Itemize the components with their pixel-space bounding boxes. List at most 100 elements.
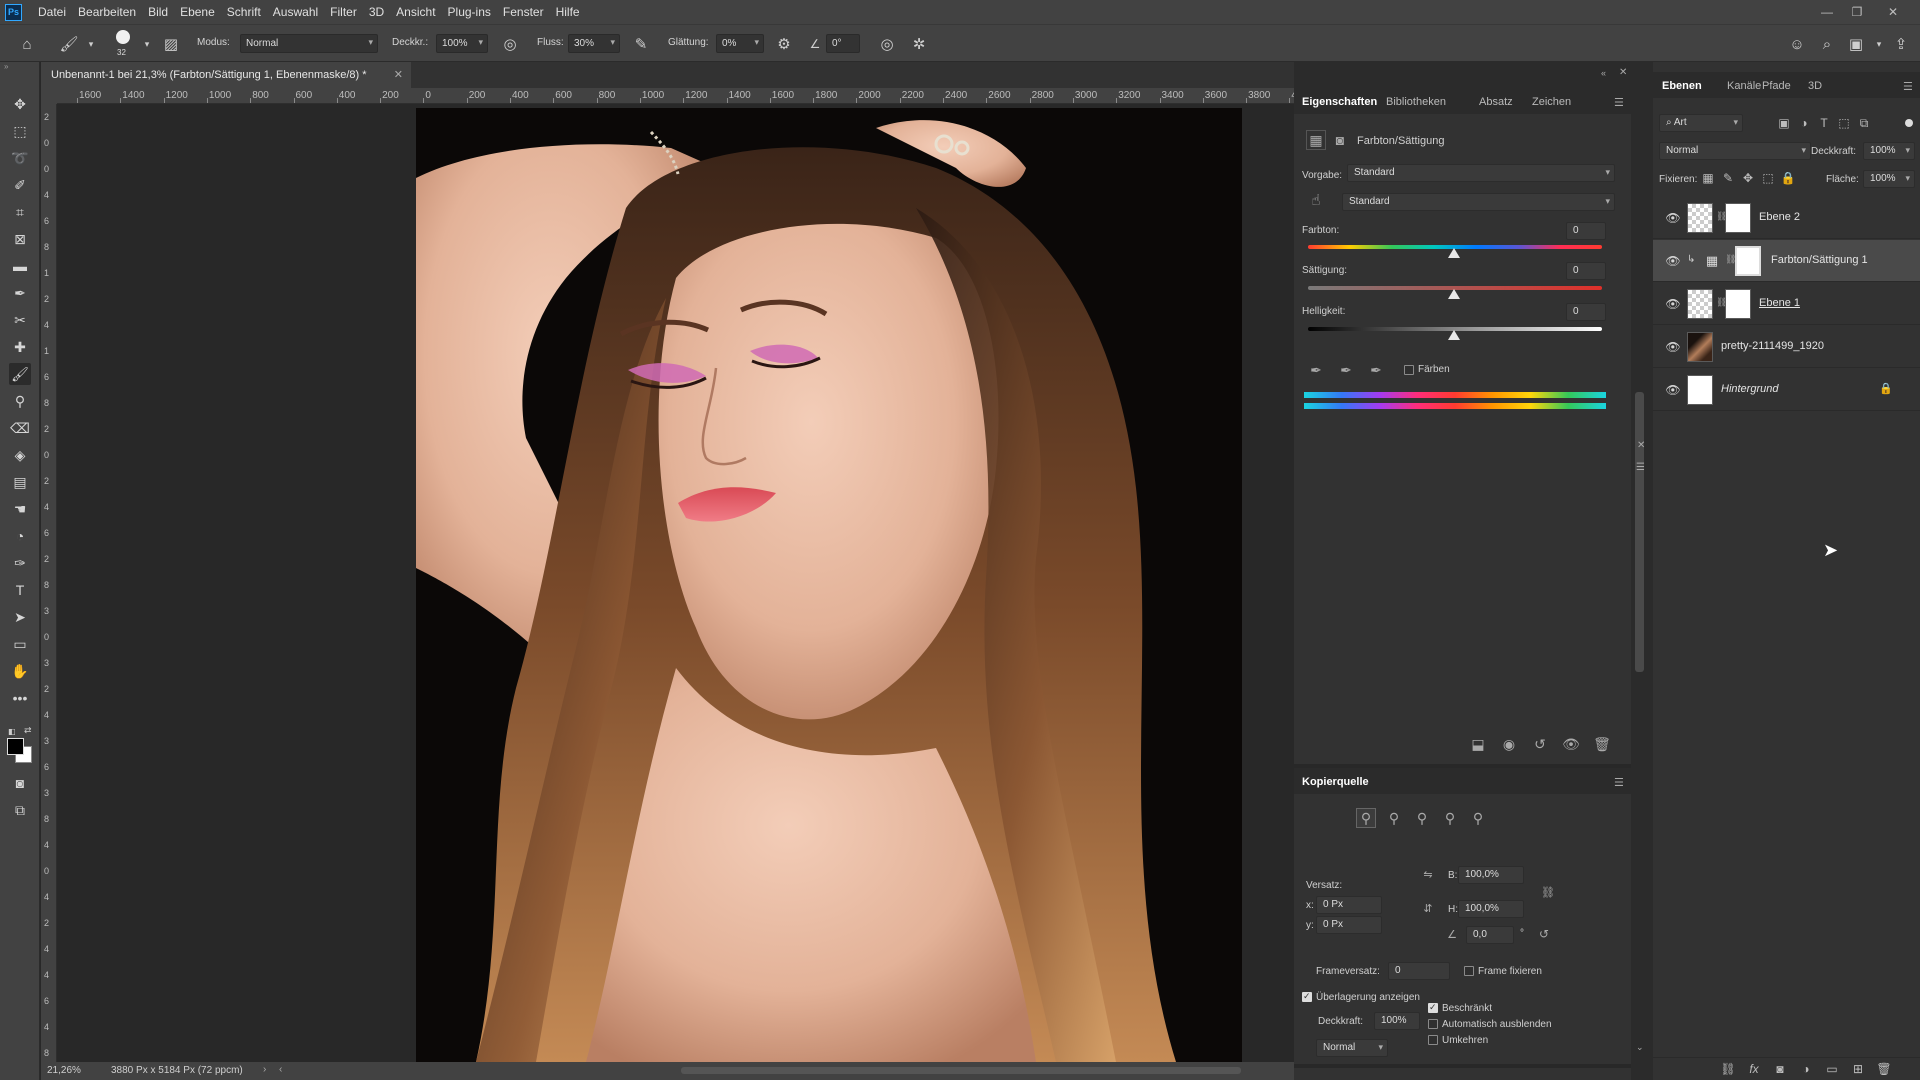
lightness-field[interactable]: 0 [1566, 303, 1606, 321]
clone-source-1-icon[interactable]: ⚲ [1356, 808, 1376, 828]
pen-tool-icon[interactable]: ✑ [9, 552, 31, 574]
brush-preview-icon[interactable] [116, 30, 130, 44]
targeted-adjustment-hand-icon[interactable]: ☝ [1306, 190, 1326, 210]
gradient-tool-icon[interactable]: ▤ [9, 471, 31, 493]
eye-icon[interactable]: 👁 [1665, 296, 1681, 312]
dodge-tool-icon[interactable]: ◔ [9, 525, 31, 547]
menu-ansicht[interactable]: Ansicht [390, 5, 441, 19]
menu-fenster[interactable]: Fenster [497, 5, 550, 19]
close-panel-icon[interactable]: ✕ [1619, 67, 1627, 78]
x-offset-field[interactable]: 0 Px [1316, 896, 1382, 914]
crop-tool-icon[interactable]: ⌗ [9, 201, 31, 223]
layer-filter-select[interactable]: ⌕ Art [1659, 114, 1743, 132]
flip-vertical-icon[interactable]: ⇵ [1418, 898, 1438, 918]
pressure-opacity-icon[interactable]: ◎ [499, 33, 521, 55]
eyedropper-tool-icon[interactable]: ✒ [9, 282, 31, 304]
tab-kopierquelle[interactable]: Kopierquelle [1302, 776, 1369, 788]
layer-row-farbton-saettigung-1[interactable]: 👁 ↳ ▦ ⛓ Farbton/Sättigung 1 [1653, 240, 1920, 282]
clone-source-2-icon[interactable]: ⚲ [1384, 808, 1404, 828]
layer-mask-thumbnail[interactable] [1725, 289, 1751, 319]
type-tool-icon[interactable]: T [9, 579, 31, 601]
eye-icon[interactable]: 👁 [1665, 210, 1681, 226]
lock-all-icon[interactable]: 🔒 [1779, 169, 1797, 187]
close-tab-icon[interactable]: ✕ [394, 68, 403, 81]
saturation-field[interactable]: 0 [1566, 262, 1606, 280]
mode-select[interactable]: Normal [240, 34, 378, 53]
lightness-slider-thumb[interactable] [1448, 330, 1460, 340]
colorize-checkbox[interactable] [1404, 365, 1414, 375]
screen-mode-icon[interactable]: ⧉ [9, 799, 31, 821]
tab-zeichen[interactable]: Zeichen [1532, 96, 1571, 108]
menu-schrift[interactable]: Schrift [221, 5, 267, 19]
layer-mask-thumbnail[interactable] [1725, 203, 1751, 233]
eraser-tool-icon[interactable]: ⌫ [9, 417, 31, 439]
opacity-field[interactable]: 100% [436, 34, 488, 53]
status-expand-icon[interactable]: › [263, 1064, 266, 1075]
filter-toggle-icon[interactable] [1905, 119, 1913, 127]
tab-eigenschaften[interactable]: Eigenschaften [1302, 96, 1377, 108]
menu-hilfe[interactable]: Hilfe [550, 5, 586, 19]
layer-row-hintergrund[interactable]: 👁 Hintergrund 🔒 [1653, 369, 1920, 411]
symmetry-icon[interactable]: ✲ [908, 33, 930, 55]
smudge-tool-icon[interactable]: ☚ [9, 498, 31, 520]
trash-icon[interactable]: 🗑 [1592, 734, 1612, 754]
angle-field[interactable]: 0° [826, 34, 860, 53]
horizontal-scrollbar[interactable] [681, 1067, 1241, 1074]
home-icon[interactable]: ⌂ [16, 33, 38, 55]
flip-horizontal-icon[interactable]: ⇋ [1418, 864, 1438, 884]
lock-pixels-icon[interactable]: ✎ [1719, 169, 1737, 187]
chevron-down-icon[interactable]: ▾ [80, 33, 102, 55]
eye-icon[interactable]: 👁 [1665, 382, 1681, 398]
brush-tool-icon[interactable]: 🖌 [58, 33, 80, 55]
tab-ebenen[interactable]: Ebenen [1662, 80, 1702, 92]
height-scale-field[interactable]: 100,0% [1458, 900, 1524, 918]
hand-tool-icon[interactable]: ✋ [9, 660, 31, 682]
scroll-left-icon[interactable]: ‹ [279, 1064, 282, 1075]
visibility-icon[interactable]: 👁 [1561, 734, 1581, 754]
marquee-tool-icon[interactable]: ⬚ [9, 120, 31, 142]
tab-3d[interactable]: 3D [1808, 80, 1822, 92]
layer-opacity-field[interactable]: 100% [1863, 142, 1915, 160]
move-tool-icon[interactable]: ✥ [9, 93, 31, 115]
show-overlay-checkbox[interactable] [1302, 991, 1312, 1002]
clip-to-layer-icon[interactable]: ⬓ [1468, 734, 1488, 754]
lock-artboard-icon[interactable]: ⬚ [1759, 169, 1777, 187]
foreground-color-swatch[interactable] [7, 738, 24, 755]
brush-tool-icon[interactable]: 🖌 [9, 363, 31, 385]
clipped-checkbox[interactable] [1428, 1002, 1438, 1013]
lock-transparency-icon[interactable]: ▦ [1699, 169, 1717, 187]
scroll-down-icon[interactable]: ⌄ [1636, 1042, 1644, 1053]
new-layer-icon[interactable]: ⊞ [1849, 1060, 1867, 1078]
flow-field[interactable]: 30% [568, 34, 620, 53]
menu-bild[interactable]: Bild [142, 5, 174, 19]
default-colors-icon[interactable]: ◧ [8, 727, 16, 736]
eye-icon[interactable]: 👁 [1665, 253, 1681, 269]
paint-bucket-tool-icon[interactable]: ◈ [9, 444, 31, 466]
new-adjustment-icon[interactable]: ◑ [1797, 1060, 1815, 1078]
y-offset-field[interactable]: 0 Px [1316, 916, 1382, 934]
reset-transform-icon[interactable]: ↺ [1534, 924, 1554, 944]
frame-lock-checkbox[interactable] [1464, 966, 1474, 976]
ruler-tool-icon[interactable]: ▬ [9, 255, 31, 277]
lasso-tool-icon[interactable]: ➰ [9, 147, 31, 169]
menu-ebene[interactable]: Ebene [174, 5, 221, 19]
clone-source-3-icon[interactable]: ⚲ [1412, 808, 1432, 828]
clone-source-4-icon[interactable]: ⚲ [1440, 808, 1460, 828]
rotation-field[interactable]: 0,0 [1466, 926, 1514, 944]
layer-row-ebene-2[interactable]: 👁 ⛓ Ebene 2 [1653, 197, 1920, 239]
export-icon[interactable]: ⇪ [1890, 33, 1912, 55]
layer-row-pretty-photo[interactable]: 👁 pretty-2111499_1920 [1653, 326, 1920, 368]
document-image[interactable] [416, 108, 1242, 1062]
filter-smart-object-icon[interactable]: ⧉ [1855, 114, 1873, 132]
swap-colors-icon[interactable]: ⇄ [24, 725, 32, 736]
workspace-chevron-icon[interactable]: ▾ [1868, 33, 1890, 55]
search-icon[interactable]: ⌕ [1816, 33, 1838, 55]
hue-slider-thumb[interactable] [1448, 248, 1460, 258]
overlay-opacity-field[interactable]: 100% [1374, 1012, 1420, 1030]
airbrush-icon[interactable]: ✎ [630, 33, 652, 55]
gear-icon[interactable]: ⚙ [773, 33, 795, 55]
menu-datei[interactable]: Datei [32, 5, 72, 19]
add-mask-icon[interactable]: ◙ [1771, 1060, 1789, 1078]
tab-pfade[interactable]: Pfade [1762, 80, 1791, 92]
pressure-size-icon[interactable]: ◎ [876, 33, 898, 55]
